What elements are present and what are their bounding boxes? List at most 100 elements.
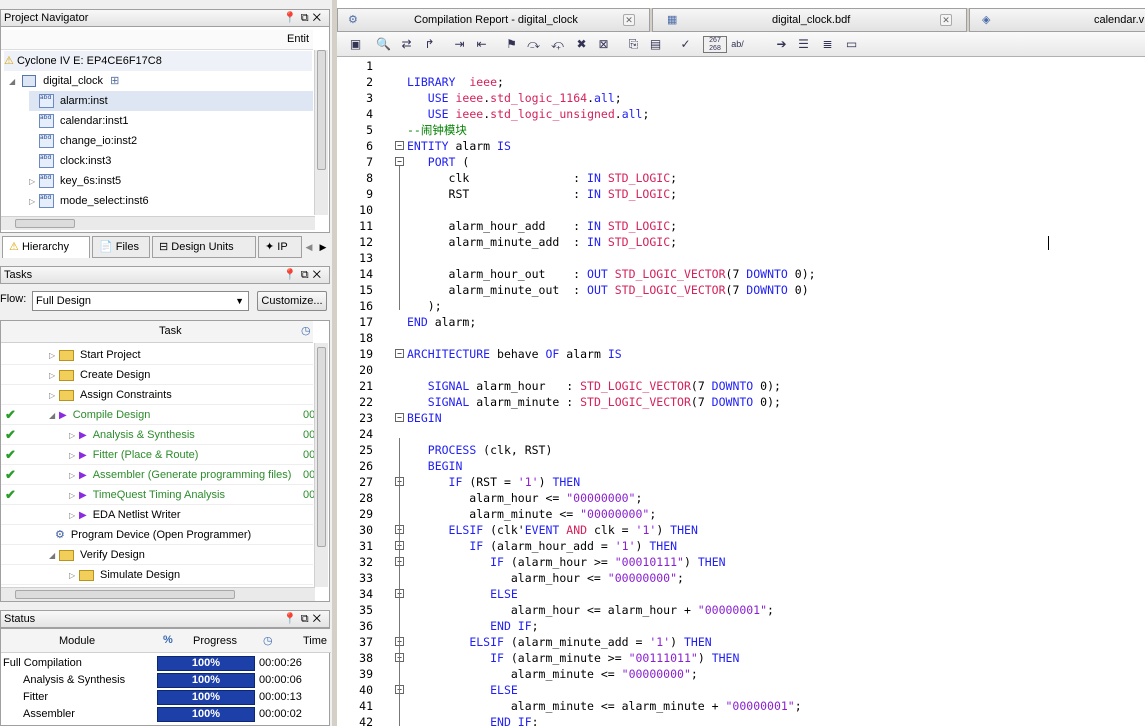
panel-controls[interactable]: 📍⧉✕ bbox=[283, 267, 325, 283]
task-row[interactable]: ▷ ▶ EDA Netlist Writer bbox=[1, 505, 313, 525]
float-icon[interactable]: ⧉ bbox=[301, 269, 313, 281]
code-line[interactable]: SIGNAL alarm_hour : STD_LOGIC_VECTOR(7 D… bbox=[407, 378, 781, 394]
close-icon[interactable]: ✕ bbox=[313, 269, 325, 281]
percent-header[interactable]: % bbox=[163, 634, 173, 646]
instance-row[interactable]: abd VHD alarm:inst bbox=[29, 91, 313, 111]
tab-files[interactable]: 📄 Files bbox=[92, 236, 150, 258]
module-header[interactable]: Module bbox=[59, 635, 95, 647]
instance-row[interactable]: abd VHD calendar:inst1 bbox=[29, 111, 313, 131]
attach-icon[interactable]: ⎘ bbox=[625, 36, 642, 53]
task-item[interactable]: ▷ ▶ Fitter (Place & Route) bbox=[69, 445, 198, 466]
task-item[interactable]: ▷ ▶ Assembler (Generate programming files) bbox=[69, 465, 291, 486]
fold-toggle-icon[interactable]: − bbox=[395, 413, 404, 422]
code-line[interactable]: PROCESS (clk, RST) bbox=[407, 442, 553, 458]
tab-digital-clock-bdf[interactable]: ▦ digital_clock.bdf ✕ bbox=[652, 8, 967, 32]
expand-icon[interactable]: ▷ bbox=[69, 566, 79, 586]
tasks-vscroll[interactable] bbox=[314, 343, 328, 587]
code-line[interactable]: ELSIF (alarm_minute_add = '1') THEN bbox=[407, 634, 711, 650]
tab-scroll-right-icon[interactable]: ▶ bbox=[316, 238, 330, 256]
find-replace-icon[interactable]: ⇄ bbox=[398, 36, 415, 53]
code-line[interactable]: alarm_hour <= "00000000"; bbox=[407, 570, 684, 586]
customize-button[interactable]: Customize... bbox=[257, 291, 327, 311]
clear-bookmarks-icon[interactable]: ⊠ bbox=[595, 36, 612, 53]
code-line[interactable]: alarm_minute <= "00000000"; bbox=[407, 506, 656, 522]
code-line[interactable]: END alarm; bbox=[407, 314, 476, 330]
task-item[interactable]: ▷ ▶ EDA Netlist Writer bbox=[69, 505, 181, 526]
block-comment-icon[interactable]: ☰ bbox=[795, 36, 812, 53]
code-line[interactable]: SIGNAL alarm_minute : STD_LOGIC_VECTOR(7… bbox=[407, 394, 781, 410]
code-line[interactable]: alarm_hour <= "00000000"; bbox=[407, 490, 642, 506]
code-line[interactable]: alarm_minute <= alarm_minute + "00000001… bbox=[407, 698, 802, 714]
task-row[interactable]: ◢ Verify Design bbox=[1, 545, 313, 565]
expand-icon[interactable]: ▷ bbox=[69, 446, 79, 466]
code-line[interactable]: END IF; bbox=[407, 714, 538, 726]
float-icon[interactable]: ⧉ bbox=[301, 12, 313, 24]
check-syntax-icon[interactable]: ✓ bbox=[677, 36, 694, 53]
window-icon[interactable]: ▣ bbox=[347, 36, 364, 53]
pin-icon[interactable]: 📍 bbox=[283, 12, 301, 24]
next-bookmark-icon[interactable]: ⤼ bbox=[525, 36, 542, 53]
expand-icon[interactable]: ▷ bbox=[69, 486, 79, 506]
close-tab-icon[interactable]: ✕ bbox=[940, 14, 952, 26]
code-line[interactable]: USE ieee.std_logic_unsigned.all; bbox=[407, 106, 650, 122]
expand-icon[interactable]: ▷ bbox=[49, 346, 59, 366]
code-line[interactable]: LIBRARY ieee; bbox=[407, 74, 504, 90]
delete-bookmark-icon[interactable]: ✖ bbox=[573, 36, 590, 53]
task-row[interactable]: ▷ Create Design bbox=[1, 365, 313, 385]
fold-toggle-icon[interactable]: − bbox=[395, 349, 404, 358]
tab-calendar-v[interactable]: ◈ calendar.v bbox=[969, 8, 1145, 32]
top-entity-row[interactable]: ◢ digital_clock ⊞ bbox=[9, 71, 119, 91]
close-icon[interactable]: ✕ bbox=[313, 12, 325, 24]
tab-scroll-left-icon[interactable]: ◀ bbox=[302, 238, 316, 256]
navigator-hscroll[interactable] bbox=[1, 216, 315, 230]
expand-icon[interactable]: ▷ bbox=[69, 506, 79, 526]
task-row[interactable]: ✔ ▷ ▶ TimeQuest Timing Analysis 00 bbox=[1, 485, 315, 506]
code-line[interactable]: PORT ( bbox=[407, 154, 470, 170]
close-icon[interactable]: ✕ bbox=[313, 613, 325, 625]
arrow-right-icon[interactable]: ➔ bbox=[773, 36, 790, 53]
panel-controls[interactable]: 📍⧉✕ bbox=[283, 10, 325, 26]
progress-header[interactable]: Progress bbox=[193, 635, 237, 647]
bookmark-icon[interactable]: ⚑ bbox=[503, 36, 520, 53]
task-item[interactable]: ▷ Create Design bbox=[49, 365, 150, 386]
code-line[interactable]: ); bbox=[407, 298, 442, 314]
code-line[interactable]: IF (alarm_hour_add = '1') THEN bbox=[407, 538, 677, 554]
task-item[interactable]: ▷ Simulate Design bbox=[69, 565, 180, 586]
expand-icon[interactable]: ▷ bbox=[69, 466, 79, 486]
task-row[interactable]: ✔ ◢ ▶ Compile Design 00 bbox=[1, 405, 315, 425]
expand-icon[interactable]: ▷ bbox=[29, 172, 39, 192]
tab-compilation-report[interactable]: ⚙ Compilation Report - digital_clock ✕ bbox=[337, 8, 650, 32]
code-line[interactable]: END IF; bbox=[407, 618, 538, 634]
code-line[interactable]: USE ieee.std_logic_1164.all; bbox=[407, 90, 622, 106]
find-icon[interactable]: 🔍 bbox=[375, 36, 392, 53]
expand-icon[interactable]: ▷ bbox=[29, 192, 39, 212]
expand-icon[interactable]: ◢ bbox=[9, 72, 19, 92]
device-row[interactable]: ⚠ Cyclone IV E: EP4CE6F17C8 bbox=[4, 51, 312, 71]
code-line[interactable]: ELSIF (clk'EVENT AND clk = '1') THEN bbox=[407, 522, 698, 538]
code-line[interactable]: clk : IN STD_LOGIC; bbox=[407, 170, 678, 186]
unindent-icon[interactable]: ⇤ bbox=[473, 36, 490, 53]
flow-select[interactable]: Full Design ▼ bbox=[32, 291, 249, 311]
tab-design-units[interactable]: ⊟ Design Units bbox=[152, 236, 256, 258]
instance-row[interactable]: ▷abd VHD key_6s:inst5 bbox=[29, 171, 313, 191]
code-line[interactable]: ELSE bbox=[407, 682, 518, 698]
panel-controls[interactable]: 📍⧉✕ bbox=[283, 611, 325, 627]
format-icon[interactable]: ▭ bbox=[843, 36, 860, 53]
column-header-entity[interactable]: Entit bbox=[287, 33, 309, 45]
code-line[interactable]: alarm_minute_out : OUT STD_LOGIC_VECTOR(… bbox=[407, 282, 809, 298]
goto-icon[interactable]: ↱ bbox=[421, 36, 438, 53]
float-icon[interactable]: ⧉ bbox=[301, 613, 313, 625]
task-row[interactable]: ✔ ▷ ▶ Assembler (Generate programming files… bbox=[1, 465, 315, 486]
code-line[interactable]: alarm_hour_out : OUT STD_LOGIC_VECTOR(7 … bbox=[407, 266, 816, 282]
task-item[interactable]: ⚙ Program Device (Open Programmer) bbox=[49, 525, 251, 545]
task-row[interactable]: ✔ ▷ ▶ Fitter (Place & Route) 00 bbox=[1, 445, 315, 466]
code-line[interactable]: IF (alarm_minute >= "00111011") THEN bbox=[407, 650, 739, 666]
instance-row[interactable]: ▷abd VHD mode_select:inst6 bbox=[29, 191, 313, 211]
pin-icon[interactable]: 📍 bbox=[283, 613, 301, 625]
code-line[interactable]: BEGIN bbox=[407, 458, 463, 474]
navigator-vscroll[interactable] bbox=[314, 50, 328, 215]
prev-bookmark-icon[interactable]: ⤽ bbox=[549, 36, 566, 53]
code-line[interactable]: BEGIN bbox=[407, 410, 442, 426]
task-item[interactable]: ▷ ▶ TimeQuest Timing Analysis bbox=[69, 485, 225, 506]
expand-icon[interactable]: ◢ bbox=[49, 546, 59, 566]
